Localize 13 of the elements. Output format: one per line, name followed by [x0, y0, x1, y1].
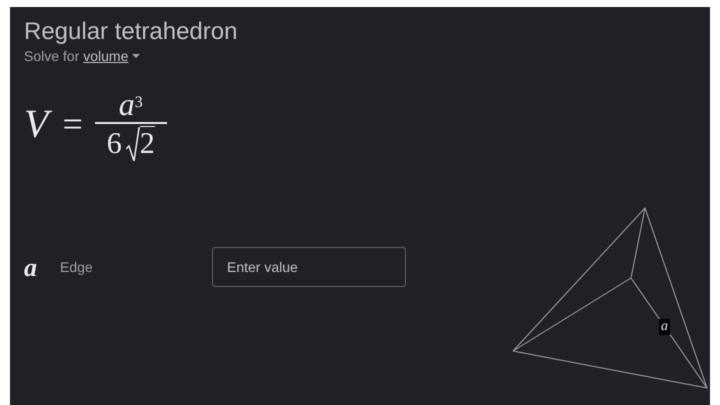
denominator-coefficient: 6	[106, 126, 122, 160]
solve-for-dropdown[interactable]: volume	[83, 47, 140, 65]
variable-symbol: a	[24, 252, 38, 284]
solve-for-label: Solve for	[24, 47, 80, 65]
edge-input-field[interactable]: Enter value	[212, 247, 406, 287]
dropdown-caret-icon	[132, 54, 140, 58]
edge-label: a	[659, 319, 670, 335]
input-label: Edge	[60, 258, 94, 277]
calculator-title: Regular tetrahedron	[24, 17, 238, 47]
equals-sign: =	[62, 103, 83, 146]
radical-sign-icon	[126, 126, 140, 160]
radicand: 2	[140, 126, 155, 160]
numerator: a$^{3}$	[118, 88, 143, 120]
